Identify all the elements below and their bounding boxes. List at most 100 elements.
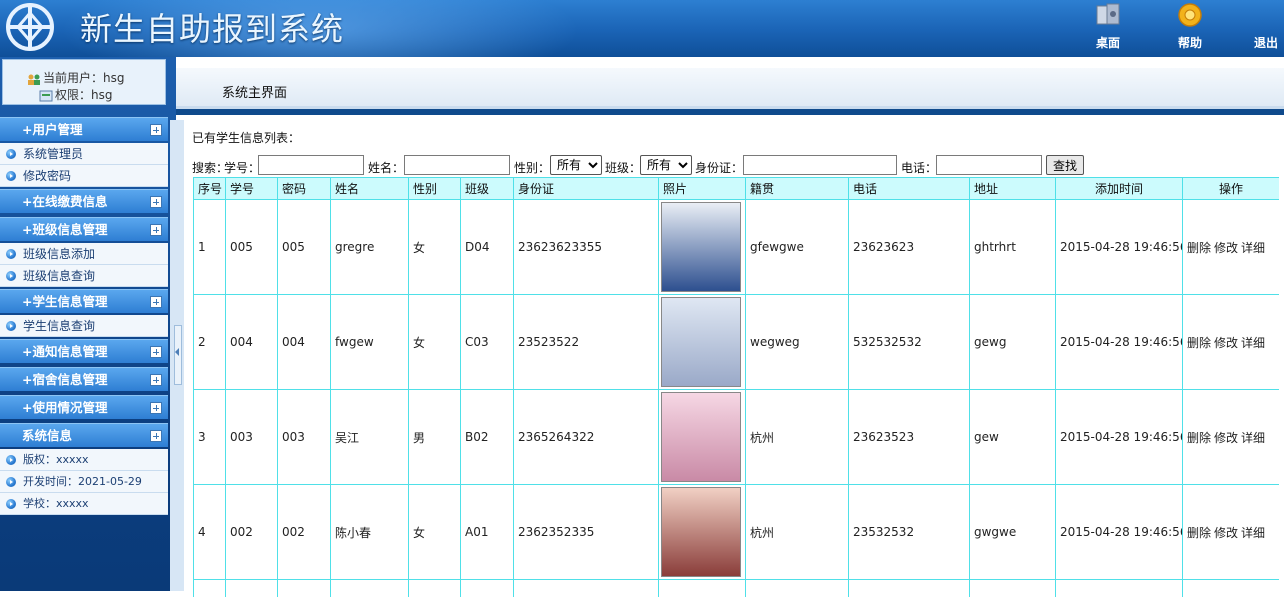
student-no-label: 学号： — [224, 159, 260, 176]
col-header: 身份证 — [514, 178, 659, 200]
empty-cell — [659, 580, 746, 597]
sidebar-item-class-add[interactable]: 班级信息添加 — [0, 243, 168, 265]
current-user-box: 当前用户：hsg 权限：hsg — [2, 59, 166, 105]
gender-select[interactable]: 所有 — [550, 155, 602, 175]
empty-cell — [331, 580, 409, 597]
bullet-icon — [6, 249, 16, 259]
desktop-button[interactable]: 桌面 — [1078, 0, 1138, 57]
menu-head-label: +通知信息管理 — [22, 340, 107, 364]
edit-link[interactable]: 修改 — [1214, 336, 1238, 350]
sidebar-splitter[interactable] — [170, 120, 184, 591]
search-label: 搜索： — [192, 159, 228, 176]
cell-name: fwgew — [331, 295, 409, 390]
menu-system-info[interactable]: 系统信息 — [0, 423, 168, 447]
bullet-icon — [6, 149, 16, 159]
cell-added-time: 2015-04-28 19:46:56 — [1056, 485, 1183, 580]
expand-icon[interactable] — [150, 196, 162, 208]
detail-link[interactable]: 详细 — [1241, 336, 1265, 350]
exit-button[interactable]: 退出 — [1236, 0, 1284, 57]
find-button[interactable]: 查找 — [1046, 155, 1084, 175]
cell-address: gew — [970, 390, 1056, 485]
col-header: 照片 — [659, 178, 746, 200]
permission-icon — [39, 90, 53, 102]
detail-link[interactable]: 详细 — [1241, 526, 1265, 540]
main-header: 系统主界面 — [176, 68, 1284, 106]
table-row: 2 004 004 fwgew 女 C03 23523522 wegweg 53… — [194, 295, 1280, 390]
delete-link[interactable]: 删除 — [1187, 241, 1211, 255]
cell-password: 005 — [278, 200, 331, 295]
expand-icon[interactable] — [150, 402, 162, 414]
current-user-text: 当前用户：hsg — [43, 71, 124, 85]
cell-id-card: 2362352335 — [514, 485, 659, 580]
sidebar-item-change-password[interactable]: 修改密码 — [0, 165, 168, 187]
bullet-icon — [6, 455, 16, 465]
expand-icon[interactable] — [150, 224, 162, 236]
menu-usage-management[interactable]: +使用情况管理 — [0, 395, 168, 419]
menu-class-management[interactable]: +班级信息管理 — [0, 217, 168, 241]
phone-label: 电话： — [901, 159, 937, 176]
edit-link[interactable]: 修改 — [1214, 241, 1238, 255]
expand-icon[interactable] — [150, 374, 162, 386]
tab-main[interactable]: 系统主界面 — [222, 82, 287, 101]
cell-native-place: 杭州 — [746, 485, 849, 580]
cell-native-place: wegweg — [746, 295, 849, 390]
delete-link[interactable]: 删除 — [1187, 526, 1211, 540]
cell-phone: 532532532 — [849, 295, 970, 390]
cell-phone: 23623623 — [849, 200, 970, 295]
student-no-input[interactable] — [258, 155, 364, 175]
phone-input[interactable] — [936, 155, 1042, 175]
student-photo — [661, 297, 741, 387]
collapse-arrow-icon[interactable] — [175, 348, 179, 356]
col-header: 籍贯 — [746, 178, 849, 200]
table-row: 1 005 005 gregre 女 D04 23623623355 gfewg… — [194, 200, 1280, 295]
col-header: 密码 — [278, 178, 331, 200]
sidebar-item-label: 班级信息查询 — [23, 265, 95, 287]
id-card-input[interactable] — [743, 155, 897, 175]
sys-info-copyright: 版权：xxxxx — [0, 449, 168, 471]
sidebar-item-class-query[interactable]: 班级信息查询 — [0, 265, 168, 287]
cell-no: 1 — [194, 200, 226, 295]
detail-link[interactable]: 详细 — [1241, 241, 1265, 255]
sidebar-item-student-query[interactable]: 学生信息查询 — [0, 315, 168, 337]
sidebar-item-label: 学生信息查询 — [23, 315, 95, 337]
expand-icon[interactable] — [150, 430, 162, 442]
student-table-wrap: 序号 学号 密码 姓名 性别 班级 身份证 照片 籍贯 电话 地址 添加时间 操… — [193, 177, 1279, 597]
menu-notice-management[interactable]: +通知信息管理 — [0, 339, 168, 363]
cell-name: 吴江 — [331, 390, 409, 485]
app-title: 新生自助报到系统 — [80, 4, 344, 50]
top-banner: 新生自助报到系统 桌面 帮助 退出 — [0, 0, 1284, 57]
delete-link[interactable]: 删除 — [1187, 431, 1211, 445]
col-header: 添加时间 — [1056, 178, 1183, 200]
edit-link[interactable]: 修改 — [1214, 431, 1238, 445]
help-button[interactable]: 帮助 — [1160, 0, 1220, 57]
cell-no: 4 — [194, 485, 226, 580]
sidebar-item-sys-admin[interactable]: 系统管理员 — [0, 143, 168, 165]
cell-gender: 女 — [409, 295, 461, 390]
cell-id-card: 23523522 — [514, 295, 659, 390]
expand-icon[interactable] — [150, 296, 162, 308]
expand-icon[interactable] — [150, 124, 162, 136]
name-input[interactable] — [404, 155, 510, 175]
cell-student-no: 002 — [226, 485, 278, 580]
sys-info-text: 版权：xxxxx — [23, 449, 89, 471]
cell-class: C03 — [461, 295, 514, 390]
edit-link[interactable]: 修改 — [1214, 526, 1238, 540]
empty-cell — [970, 580, 1056, 597]
table-row: 3 003 003 吴江 男 B02 2365264322 杭州 2362352… — [194, 390, 1280, 485]
menu-user-management[interactable]: +用户管理 — [0, 117, 168, 141]
bullet-icon — [6, 499, 16, 509]
menu-student-management[interactable]: +学生信息管理 — [0, 289, 168, 313]
delete-link[interactable]: 删除 — [1187, 336, 1211, 350]
cell-added-time: 2015-04-28 19:46:56 — [1056, 295, 1183, 390]
detail-link[interactable]: 详细 — [1241, 431, 1265, 445]
empty-cell — [746, 580, 849, 597]
menu-online-payment[interactable]: +在线缴费信息 — [0, 189, 168, 213]
class-select[interactable]: 所有 — [640, 155, 692, 175]
col-header: 操作 — [1183, 178, 1280, 200]
menu-dorm-management[interactable]: +宿舍信息管理 — [0, 367, 168, 391]
cell-class: D04 — [461, 200, 514, 295]
table-row: 4 002 002 陈小春 女 A01 2362352335 杭州 235325… — [194, 485, 1280, 580]
menu-head-label: 系统信息 — [22, 424, 72, 448]
col-header: 姓名 — [331, 178, 409, 200]
expand-icon[interactable] — [150, 346, 162, 358]
